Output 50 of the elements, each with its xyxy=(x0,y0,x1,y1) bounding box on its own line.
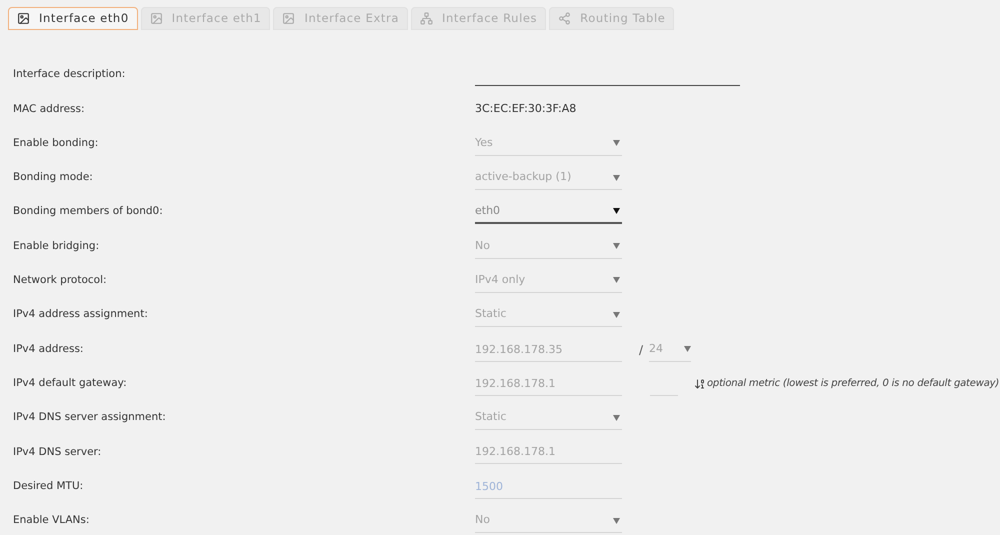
slash-separator: / xyxy=(639,342,644,359)
field-label: MAC address: xyxy=(12,102,86,117)
field-label: IPv4 address: xyxy=(12,342,84,357)
picture-frame-icon xyxy=(17,12,30,25)
field-label: IPv4 default gateway: xyxy=(12,376,128,391)
caret-icon xyxy=(613,414,620,421)
caret-icon xyxy=(613,277,620,284)
text-field[interactable]: 192.168.178.1 xyxy=(475,440,622,464)
field-label: Interface description: xyxy=(12,67,126,82)
prefix-select[interactable]: 24 xyxy=(649,338,692,362)
select-field[interactable]: IPv4 only xyxy=(475,268,622,293)
gateway-field[interactable]: 192.168.178.1 xyxy=(475,372,622,396)
caret-icon xyxy=(613,518,620,524)
caret-icon xyxy=(613,243,620,250)
field-label: Desired MTU: xyxy=(12,478,84,494)
sort-icon xyxy=(694,378,706,390)
tab[interactable]: Interface Rules xyxy=(410,7,546,30)
ip-address-field[interactable]: 192.168.178.35 xyxy=(475,338,622,362)
caret-icon xyxy=(613,312,620,318)
select-field[interactable]: eth0 xyxy=(475,200,622,224)
tab[interactable]: Routing Table xyxy=(549,7,674,30)
caret-icon xyxy=(684,346,692,352)
caret-icon xyxy=(613,174,620,181)
select-field[interactable]: Static xyxy=(475,303,622,328)
caret-icon xyxy=(613,208,620,214)
field-label: Bonding members of bond0: xyxy=(12,204,164,220)
select-field[interactable]: No xyxy=(475,234,622,259)
field-label: IPv4 DNS server assignment: xyxy=(12,410,167,426)
caret-icon xyxy=(613,140,620,146)
select-field[interactable]: No xyxy=(475,509,622,533)
tab[interactable]: Interface eth0 xyxy=(8,7,138,30)
field-label: Network protocol: xyxy=(12,273,108,288)
tab[interactable]: Interface Extra xyxy=(273,7,408,30)
select-field[interactable]: active-backup (1) xyxy=(475,166,622,190)
hierarchy-icon xyxy=(420,12,433,25)
field-label: Bonding mode: xyxy=(12,170,94,186)
share-icon xyxy=(558,12,572,25)
select-field[interactable]: Static xyxy=(475,406,622,430)
mac-address-value: 3C:EC:EF:30:3F:A8 xyxy=(475,101,576,118)
field-label: IPv4 address assignment: xyxy=(12,307,149,322)
metric-hint: optional metric (lowest is preferred, 0 is no default gateway) xyxy=(707,377,1000,392)
picture-frame-icon xyxy=(150,12,163,25)
field-label: Enable bridging: xyxy=(12,238,100,254)
field-label: IPv4 DNS server: xyxy=(12,444,102,460)
select-field[interactable]: Yes xyxy=(475,132,622,156)
mtu-field[interactable]: 1500 xyxy=(475,474,622,499)
tab[interactable]: Interface eth1 xyxy=(140,7,270,30)
field-label: Enable bonding: xyxy=(12,136,100,151)
picture-frame-icon xyxy=(282,12,296,25)
field-label: Enable VLANs: xyxy=(12,513,90,528)
